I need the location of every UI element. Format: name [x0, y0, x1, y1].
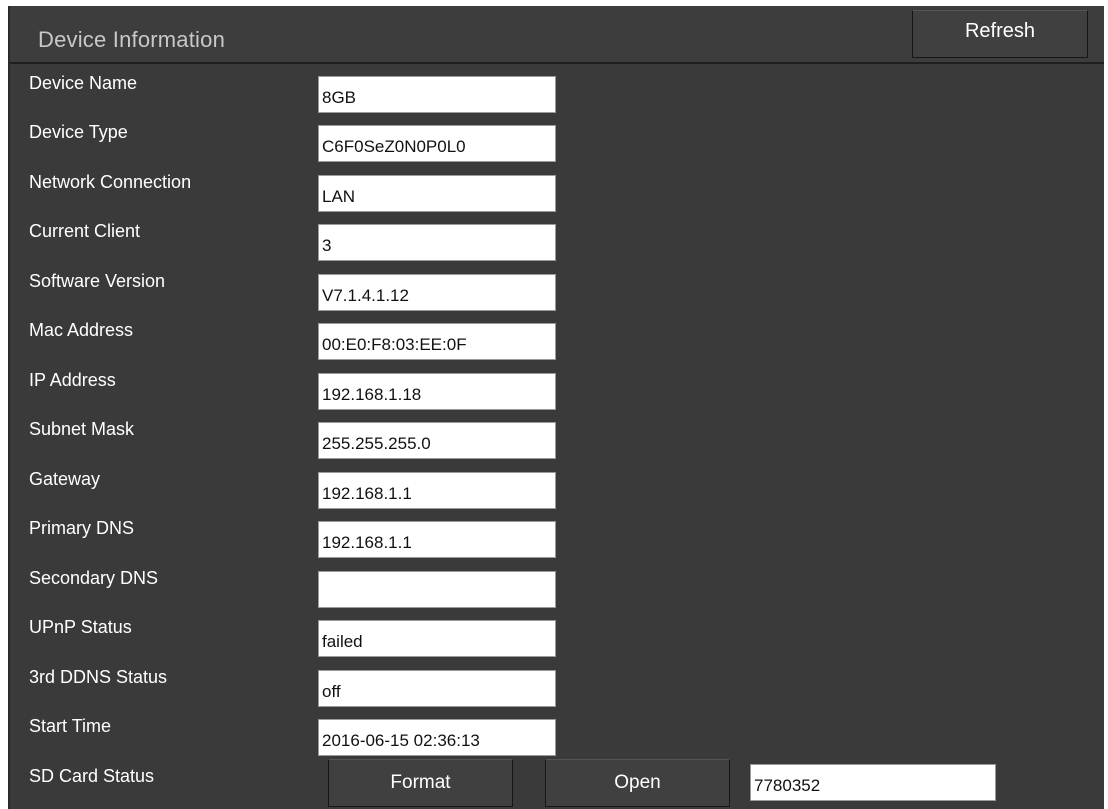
row-upnp-status: UPnP Status [10, 608, 1104, 657]
row-ddns-status: 3rd DDNS Status [10, 658, 1104, 707]
start-time-label: Start Time [29, 716, 112, 736]
current-client-label: Current Client [29, 221, 141, 241]
software-version-label: Software Version [29, 271, 166, 291]
upnp-status-field[interactable] [318, 620, 556, 657]
ddns-status-field[interactable] [318, 670, 556, 707]
device-type-label: Device Type [29, 122, 128, 142]
gateway-field[interactable] [318, 472, 556, 509]
network-connection-label: Network Connection [29, 172, 192, 192]
sd-card-status-label: SD Card Status [29, 766, 155, 786]
subnet-mask-field[interactable] [318, 422, 556, 459]
secondary-dns-label: Secondary DNS [29, 568, 159, 588]
device-name-label: Device Name [29, 73, 138, 93]
mac-address-field[interactable] [318, 323, 556, 360]
ip-address-label: IP Address [29, 370, 116, 390]
start-time-field[interactable] [318, 719, 556, 756]
row-subnet-mask: Subnet Mask [10, 410, 1104, 459]
mac-address-label: Mac Address [29, 320, 134, 340]
row-start-time: Start Time [10, 707, 1104, 756]
device-information-panel: Device Information Refresh Device Name D… [8, 6, 1104, 809]
ddns-status-label: 3rd DDNS Status [29, 667, 168, 687]
row-secondary-dns: Secondary DNS [10, 559, 1104, 608]
subnet-mask-label: Subnet Mask [29, 419, 135, 439]
primary-dns-field[interactable] [318, 521, 556, 558]
ip-address-field[interactable] [318, 373, 556, 410]
gateway-label: Gateway [29, 469, 101, 489]
open-button[interactable]: Open [545, 759, 730, 807]
format-button[interactable]: Format [328, 759, 513, 807]
row-ip-address: IP Address [10, 361, 1104, 410]
row-network-connection: Network Connection [10, 163, 1104, 212]
secondary-dns-field[interactable] [318, 571, 556, 608]
device-type-field[interactable] [318, 125, 556, 162]
current-client-field[interactable] [318, 224, 556, 261]
panel-header: Device Information Refresh [10, 6, 1104, 64]
row-software-version: Software Version [10, 262, 1104, 311]
row-current-client: Current Client [10, 212, 1104, 261]
row-device-type: Device Type [10, 113, 1104, 162]
device-name-field[interactable] [318, 76, 556, 113]
software-version-field[interactable] [318, 274, 556, 311]
primary-dns-label: Primary DNS [29, 518, 135, 538]
row-gateway: Gateway [10, 460, 1104, 509]
network-connection-field[interactable] [318, 175, 556, 212]
sd-card-value-field[interactable] [750, 764, 996, 801]
row-primary-dns: Primary DNS [10, 509, 1104, 558]
row-device-name: Device Name [10, 64, 1104, 113]
refresh-button[interactable]: Refresh [912, 10, 1088, 58]
upnp-status-label: UPnP Status [29, 617, 132, 637]
page-title: Device Information [38, 27, 226, 52]
row-mac-address: Mac Address [10, 311, 1104, 360]
